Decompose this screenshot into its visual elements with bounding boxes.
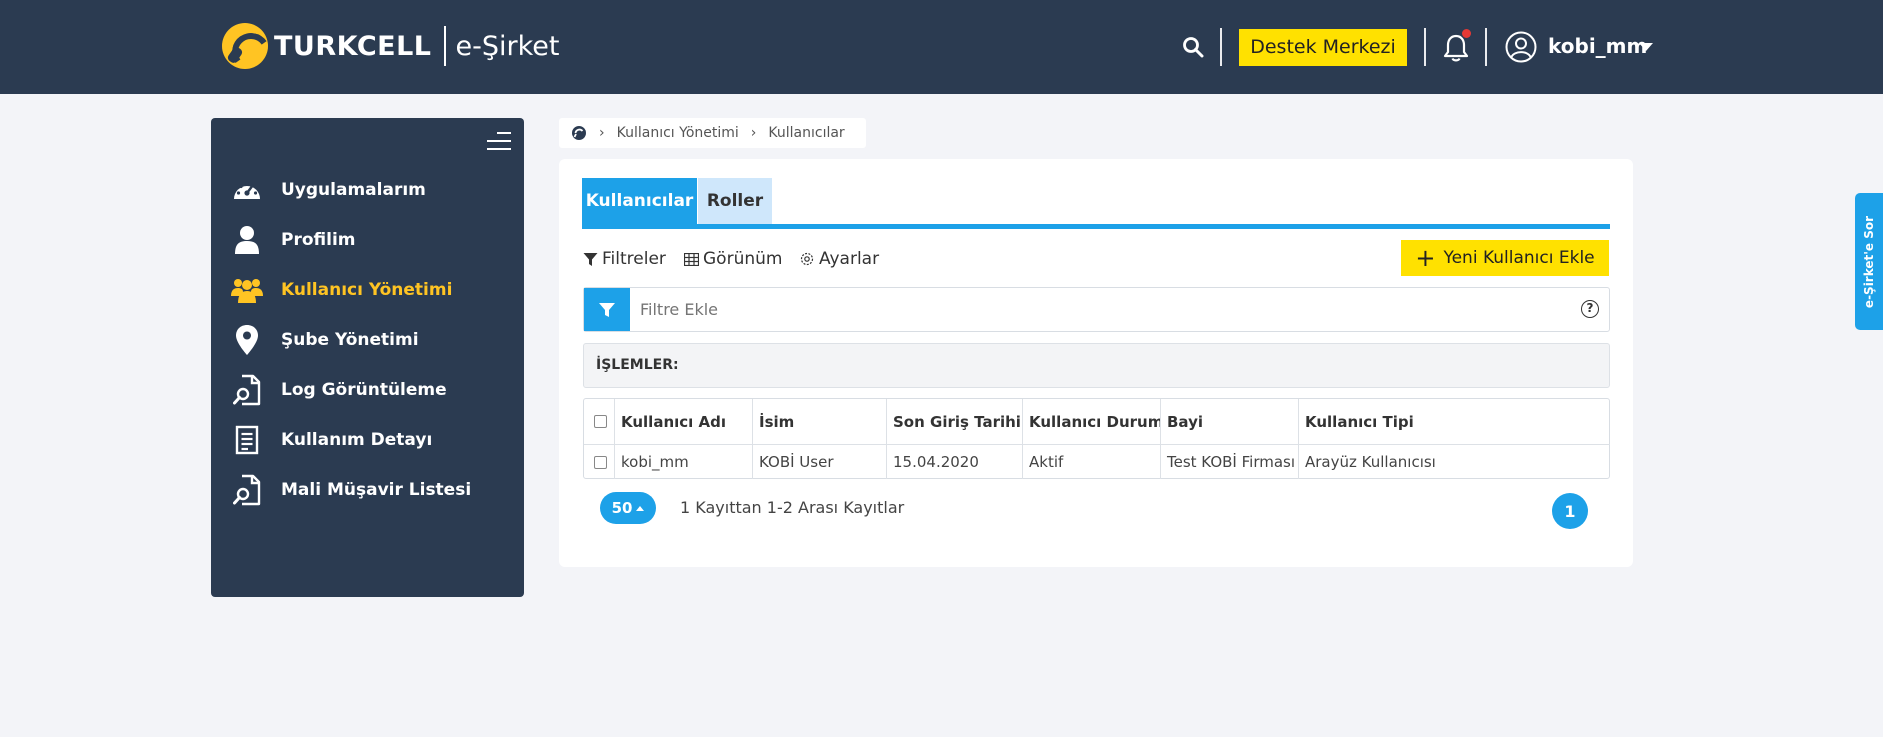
table-cell: kobi_mm bbox=[615, 444, 753, 479]
sidebar-item-branch-management[interactable]: Şube Yönetimi bbox=[231, 320, 511, 360]
header-divider bbox=[1424, 28, 1426, 66]
sidebar-item-label: Şube Yönetimi bbox=[281, 330, 419, 350]
header-divider bbox=[1220, 28, 1222, 66]
search-icon[interactable] bbox=[1182, 36, 1204, 58]
users-table: Kullanıcı Adı İsim Son Giriş Tarihi Kull… bbox=[583, 398, 1610, 479]
sidebar-item-label: Profilim bbox=[281, 230, 356, 250]
chevron-down-icon[interactable] bbox=[1639, 43, 1653, 51]
select-all-checkbox[interactable] bbox=[594, 415, 607, 428]
breadcrumb-separator-icon: › bbox=[599, 125, 605, 141]
location-pin-icon bbox=[231, 324, 263, 356]
breadcrumb-item[interactable]: Kullanıcı Yönetimi bbox=[617, 125, 739, 141]
user-avatar-icon[interactable] bbox=[1505, 31, 1537, 63]
tab-bar: Kullanıcılar Roller bbox=[582, 178, 1610, 229]
funnel-icon bbox=[583, 252, 598, 266]
brand-name: TURKCELL bbox=[274, 30, 432, 62]
filters-button[interactable]: Filtreler bbox=[583, 249, 666, 269]
row-checkbox[interactable] bbox=[594, 455, 607, 469]
document-search-icon bbox=[231, 474, 263, 506]
username-label[interactable]: kobi_mm bbox=[1548, 34, 1647, 58]
table-grid-icon bbox=[684, 252, 699, 266]
turkcell-logo[interactable]: TURKCELL e-Şirket bbox=[222, 22, 559, 70]
column-header[interactable]: Kullanıcı Tipi bbox=[1299, 399, 1610, 444]
sidebar-item-label: Kullanım Detayı bbox=[281, 430, 433, 450]
sidebar: Uygulamalarım Profilim Kullanıcı Yönetim… bbox=[211, 118, 524, 597]
filters-label: Filtreler bbox=[602, 249, 666, 269]
sidebar-item-log-view[interactable]: Log Görüntüleme bbox=[231, 370, 511, 410]
chevron-up-icon bbox=[636, 505, 645, 511]
tab-roles[interactable]: Roller bbox=[698, 178, 772, 224]
filter-apply-button[interactable] bbox=[584, 288, 630, 331]
view-button[interactable]: Görünüm bbox=[684, 249, 782, 269]
settings-label: Ayarlar bbox=[819, 249, 880, 269]
breadcrumb: › Kullanıcı Yönetimi › Kullanıcılar bbox=[559, 118, 866, 148]
turkcell-logo-mark-icon bbox=[222, 23, 268, 69]
page-size-select[interactable]: 50 bbox=[600, 492, 656, 524]
sidebar-item-label: Kullanıcı Yönetimi bbox=[281, 280, 453, 300]
gear-icon bbox=[800, 252, 814, 266]
sidebar-item-usage-detail[interactable]: Kullanım Detayı bbox=[231, 420, 511, 460]
column-header[interactable]: Kullanıcı Adı bbox=[615, 399, 753, 444]
column-header[interactable]: Bayi bbox=[1161, 399, 1299, 444]
document-search-icon bbox=[231, 374, 263, 406]
select-all-checkbox-cell bbox=[584, 399, 615, 444]
sidebar-item-label: Log Görüntüleme bbox=[281, 380, 447, 400]
table-cell: Test KOBİ Firması - 0... bbox=[1161, 444, 1299, 479]
dashboard-icon bbox=[231, 174, 263, 206]
sidebar-item-label: Mali Müşavir Listesi bbox=[281, 480, 472, 500]
operations-bar: İŞLEMLER: bbox=[583, 343, 1610, 388]
breadcrumb-separator-icon: › bbox=[750, 125, 757, 141]
view-label: Görünüm bbox=[703, 249, 783, 269]
sidebar-item-user-management[interactable]: Kullanıcı Yönetimi bbox=[231, 270, 511, 310]
column-header[interactable]: Kullanıcı Durumu bbox=[1023, 399, 1161, 444]
row-checkbox-cell bbox=[584, 444, 615, 479]
side-tab-label: e-Şirket'e Sor bbox=[1862, 215, 1876, 308]
column-header[interactable]: Son Giriş Tarihi bbox=[887, 399, 1023, 444]
table-cell: KOBİ User bbox=[753, 444, 887, 479]
page-size-value: 50 bbox=[611, 499, 633, 517]
users-group-icon bbox=[231, 274, 263, 306]
add-user-button[interactable]: + Yeni Kullanıcı Ekle bbox=[1401, 240, 1609, 276]
table-cell: Arayüz Kullanıcısı bbox=[1299, 444, 1610, 479]
add-user-label: Yeni Kullanıcı Ekle bbox=[1443, 248, 1595, 268]
menu-toggle-icon[interactable] bbox=[487, 132, 511, 152]
settings-button[interactable]: Ayarlar bbox=[799, 249, 879, 269]
funnel-icon bbox=[599, 302, 615, 317]
sidebar-item-label: Uygulamalarım bbox=[281, 180, 426, 200]
home-logo-icon[interactable] bbox=[571, 125, 587, 141]
ask-esirket-side-tab[interactable]: e-Şirket'e Sor bbox=[1855, 193, 1883, 330]
column-header[interactable]: İsim bbox=[753, 399, 887, 444]
document-list-icon bbox=[231, 424, 263, 456]
tab-users[interactable]: Kullanıcılar bbox=[582, 178, 697, 224]
breadcrumb-item[interactable]: Kullanıcılar bbox=[768, 125, 844, 141]
product-name: e-Şirket bbox=[455, 30, 560, 62]
page-button-current[interactable]: 1 bbox=[1552, 493, 1588, 529]
users-panel: Kullanıcılar Roller Filtreler Görünüm Ay… bbox=[559, 159, 1633, 567]
table-cell: Aktif bbox=[1023, 444, 1161, 479]
sidebar-item-profile[interactable]: Profilim bbox=[231, 220, 511, 260]
filter-input[interactable] bbox=[640, 288, 1540, 331]
records-info: 1 Kayıttan 1-2 Arası Kayıtlar bbox=[680, 498, 905, 517]
notification-badge bbox=[1462, 29, 1471, 38]
top-header: TURKCELL e-Şirket Destek Merkezi kobi_mm bbox=[0, 0, 1883, 94]
sidebar-item-applications[interactable]: Uygulamalarım bbox=[231, 170, 511, 210]
header-divider bbox=[1485, 28, 1487, 66]
sidebar-item-accountant-list[interactable]: Mali Müşavir Listesi bbox=[231, 470, 511, 510]
plus-icon: + bbox=[1415, 244, 1436, 272]
help-icon[interactable]: ? bbox=[1581, 300, 1599, 318]
support-center-button[interactable]: Destek Merkezi bbox=[1239, 29, 1407, 66]
table-cell: 15.04.2020 bbox=[887, 444, 1023, 479]
logo-divider bbox=[443, 26, 446, 66]
filter-bar: ? bbox=[583, 287, 1610, 332]
user-icon bbox=[231, 224, 263, 256]
